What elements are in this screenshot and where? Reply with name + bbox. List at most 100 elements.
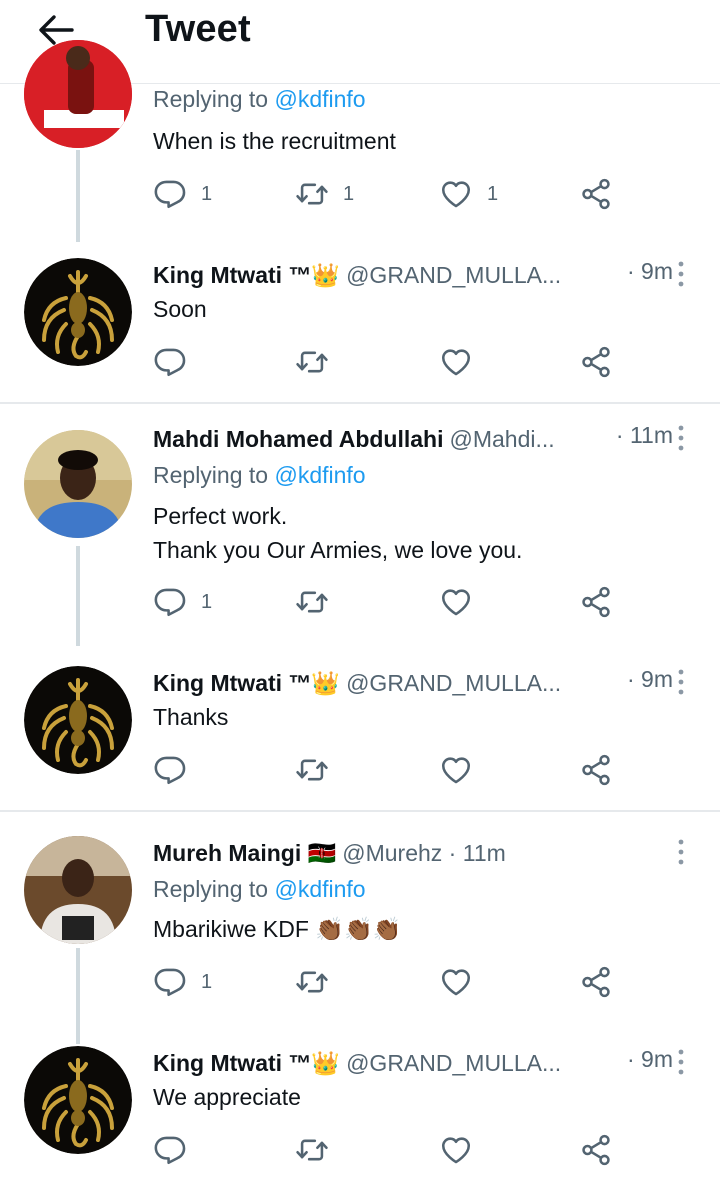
share-icon (579, 753, 613, 787)
like-button[interactable] (439, 582, 487, 622)
thread-line (76, 150, 80, 242)
mention-link[interactable]: @kdfinfo (274, 876, 365, 902)
like-icon (439, 965, 473, 999)
reply-tweet[interactable]: King Mtwati ™👑 @GRAND_MULLA... · 9m Than… (0, 666, 720, 806)
avatar[interactable] (24, 430, 132, 538)
author-name[interactable]: King Mtwati ™👑 (153, 262, 340, 289)
like-button[interactable] (439, 750, 487, 790)
avatar[interactable] (24, 40, 132, 148)
more-icon[interactable] (676, 424, 686, 452)
reply-icon (153, 345, 187, 379)
tweet-actions: 1 (153, 962, 623, 1002)
retweet-button[interactable] (295, 342, 343, 382)
like-icon (439, 585, 473, 619)
retweet-icon (295, 585, 329, 619)
avatar[interactable] (24, 258, 132, 366)
tweet-actions: 1 1 1 (153, 174, 623, 214)
like-button[interactable] (439, 962, 487, 1002)
reply-button[interactable] (153, 1130, 201, 1170)
share-button[interactable] (579, 1130, 613, 1170)
like-button[interactable]: 1 (439, 174, 498, 214)
author-handle[interactable]: @GRAND_MULLA... (346, 262, 561, 289)
share-button[interactable] (579, 174, 613, 214)
thread-line (76, 546, 80, 646)
like-button[interactable] (439, 1130, 487, 1170)
retweet-icon (295, 1133, 329, 1167)
reply-button[interactable]: 1 (153, 174, 212, 214)
tweet-time[interactable]: · 11m (616, 422, 673, 449)
divider (0, 810, 720, 812)
like-icon (439, 1133, 473, 1167)
avatar[interactable] (24, 836, 132, 944)
retweet-icon (295, 965, 329, 999)
tweet-text: When is the recruitment (153, 128, 396, 154)
author-handle[interactable]: @Murehz · 11m (342, 840, 506, 867)
tweet-text: Soon (153, 296, 207, 322)
replying-to: Replying to @kdfinfo (153, 876, 366, 902)
reply-icon (153, 177, 187, 211)
like-icon (439, 345, 473, 379)
more-icon[interactable] (676, 1048, 686, 1076)
more-icon[interactable] (676, 838, 686, 866)
replying-to: Replying to @kdfinfo (153, 86, 366, 112)
reply-button[interactable] (153, 342, 201, 382)
retweet-button[interactable]: 1 (295, 174, 354, 214)
reply-icon (153, 585, 187, 619)
tweet-text: We appreciate (153, 1084, 301, 1110)
tweet-actions (153, 750, 623, 790)
author-name[interactable]: Mureh Maingi 🇰🇪 (153, 840, 336, 867)
more-icon[interactable] (676, 668, 686, 696)
retweet-icon (295, 345, 329, 379)
retweet-icon (295, 177, 329, 211)
reply-icon (153, 753, 187, 787)
tweet-time[interactable]: · 9m (627, 1046, 673, 1073)
tweet-actions (153, 1130, 623, 1170)
tweet-time[interactable]: · 9m (627, 258, 673, 285)
like-icon (439, 177, 473, 211)
thread-line (76, 948, 80, 1044)
share-icon (579, 585, 613, 619)
reply-button[interactable] (153, 750, 201, 790)
reply-button[interactable]: 1 (153, 582, 212, 622)
tweet-text: Thanks (153, 704, 229, 730)
replying-to: Replying to @kdfinfo (153, 462, 366, 488)
share-button[interactable] (579, 582, 613, 622)
share-button[interactable] (579, 342, 613, 382)
retweet-button[interactable] (295, 750, 343, 790)
reply-tweet[interactable]: Mureh Maingi 🇰🇪 @Murehz · 11m Replying t… (0, 836, 720, 1044)
reply-button[interactable]: 1 (153, 962, 212, 1002)
share-button[interactable] (579, 962, 613, 1002)
author-name[interactable]: King Mtwati ™👑 (153, 1050, 340, 1077)
share-icon (579, 345, 613, 379)
like-button[interactable] (439, 342, 487, 382)
tweet-actions (153, 342, 623, 382)
avatar[interactable] (24, 1046, 132, 1154)
avatar[interactable] (24, 666, 132, 774)
mention-link[interactable]: @kdfinfo (274, 86, 365, 112)
tweet-text: Mbarikiwe KDF 👏🏾👏🏾👏🏾 (153, 916, 402, 942)
retweet-button[interactable] (295, 582, 343, 622)
retweet-button[interactable] (295, 962, 343, 1002)
reply-tweet[interactable]: Replying to @kdfinfo When is the recruit… (0, 40, 720, 242)
more-icon[interactable] (676, 260, 686, 288)
tweet-time[interactable]: · 9m (627, 666, 673, 693)
tweet-actions: 1 (153, 582, 623, 622)
divider (0, 402, 720, 404)
author-handle[interactable]: @GRAND_MULLA... (346, 1050, 561, 1077)
share-button[interactable] (579, 750, 613, 790)
retweet-icon (295, 753, 329, 787)
tweet-text-line-1: Perfect work. (153, 503, 288, 529)
reply-tweet[interactable]: Mahdi Mohamed Abdullahi @Mahdi... · 11m … (0, 422, 720, 646)
author-name[interactable]: King Mtwati ™👑 (153, 670, 340, 697)
reply-tweet[interactable]: King Mtwati ™👑 @GRAND_MULLA... · 9m We a… (0, 1046, 720, 1182)
mention-link[interactable]: @kdfinfo (274, 462, 365, 488)
like-icon (439, 753, 473, 787)
share-icon (579, 965, 613, 999)
reply-tweet[interactable]: King Mtwati ™👑 @GRAND_MULLA... · 9m Soon (0, 258, 720, 398)
retweet-button[interactable] (295, 1130, 343, 1170)
author-name[interactable]: Mahdi Mohamed Abdullahi (153, 426, 443, 453)
share-icon (579, 177, 613, 211)
reply-icon (153, 965, 187, 999)
author-handle[interactable]: @Mahdi... (449, 426, 554, 453)
author-handle[interactable]: @GRAND_MULLA... (346, 670, 561, 697)
